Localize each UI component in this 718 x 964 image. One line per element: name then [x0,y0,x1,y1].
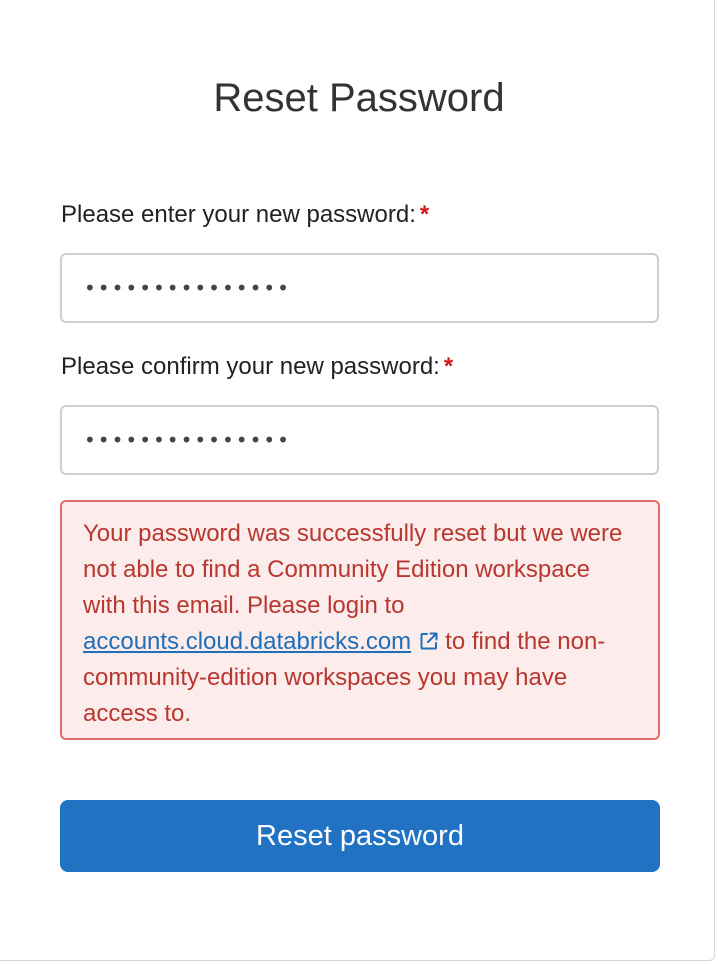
external-link-icon[interactable] [419,631,439,651]
new-password-value: ••••••••••••••• [84,276,291,300]
new-password-label: Please enter your new password: * [61,200,429,230]
confirm-password-label-text: Please confirm your new password: [61,353,440,380]
confirm-password-value: ••••••••••••••• [84,428,291,452]
alert-text-before-link: Your password was successfully reset but… [83,520,623,619]
required-marker: * [419,201,430,228]
confirm-password-input[interactable]: ••••••••••••••• [60,405,659,475]
reset-password-button[interactable]: Reset password [60,800,660,872]
page-title: Reset Password [213,76,505,120]
new-password-input[interactable]: ••••••••••••••• [60,253,659,323]
required-marker: * [443,353,454,380]
confirm-password-label: Please confirm your new password: * [61,352,453,382]
new-password-label-text: Please enter your new password: [61,201,416,228]
accounts-link[interactable]: accounts.cloud.databricks.com [83,628,411,655]
error-alert: Your password was successfully reset but… [60,500,660,740]
reset-password-card: Reset Password Please enter your new pas… [0,0,715,961]
